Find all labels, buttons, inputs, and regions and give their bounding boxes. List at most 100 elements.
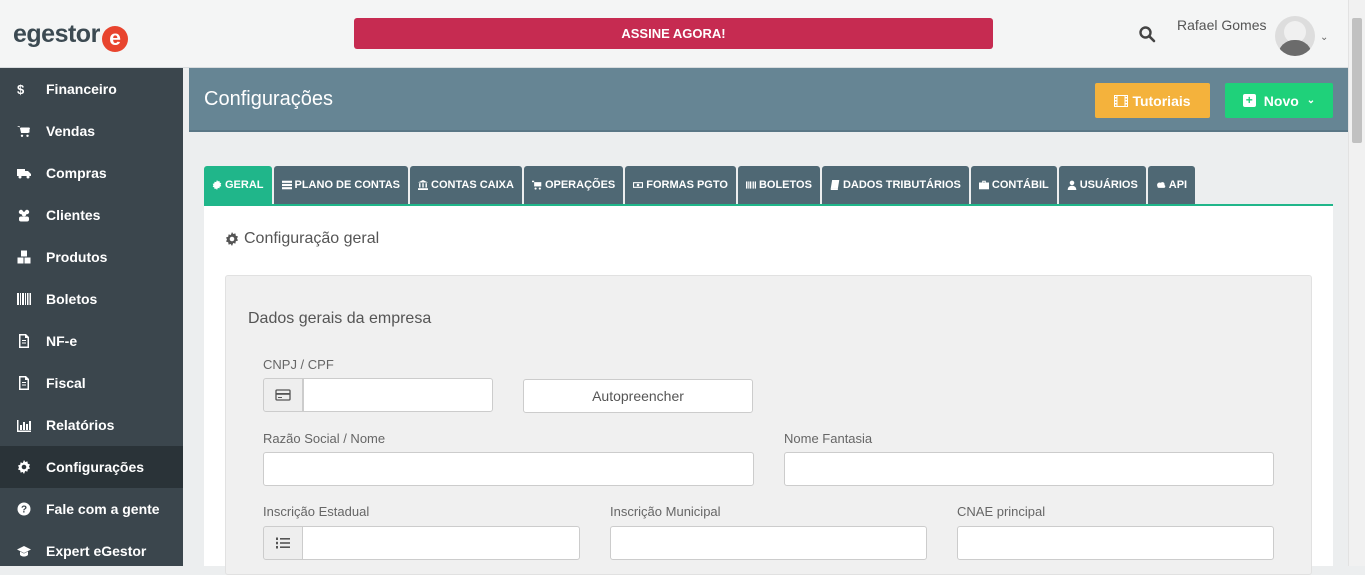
sidebar-item-vendas[interactable]: Vendas (0, 110, 183, 152)
tab-dados-tributarios[interactable]: DADOS TRIBUTÁRIOS (821, 166, 969, 204)
sidebar-item-label: Relatórios (46, 417, 115, 433)
sidebar-item-compras[interactable]: Compras (0, 152, 183, 194)
settings-tabs: GERAL PLANO DE CONTAS CONTAS CAIXA OPERA… (204, 166, 1196, 204)
truck-icon (17, 166, 46, 180)
scrollbar-thumb[interactable] (1352, 18, 1362, 143)
logo-mark: e (101, 26, 128, 52)
cloud-icon (1156, 182, 1166, 188)
cnpj-label: CNPJ / CPF (263, 357, 334, 372)
section-title-text: Configuração geral (244, 230, 380, 247)
question-icon: ? (17, 502, 46, 516)
cubes-icon (17, 250, 46, 264)
razao-social-input[interactable] (263, 452, 754, 486)
svg-text:?: ? (21, 505, 27, 516)
tab-label: PLANO DE CONTAS (294, 179, 401, 191)
search-icon[interactable] (1138, 25, 1156, 43)
vertical-scrollbar[interactable] (1348, 0, 1365, 566)
file-icon (17, 376, 46, 390)
sidebar-item-label: NF-e (46, 333, 78, 349)
list-icon (281, 180, 292, 190)
file-icon (17, 334, 46, 348)
dollar-icon: $ (17, 81, 25, 97)
tab-label: OPERAÇÕES (544, 179, 616, 191)
tab-geral[interactable]: GERAL (204, 166, 272, 204)
sidebar-item-label: Vendas (46, 123, 96, 139)
tutorials-button[interactable]: Tutoriais (1095, 83, 1210, 118)
sidebar-item-boletos[interactable]: Boletos (0, 278, 183, 320)
tab-label: CONTÁBIL (991, 179, 1049, 191)
cnae-input[interactable] (957, 526, 1274, 560)
bar-chart-icon (17, 418, 46, 432)
sidebar-item-fale-conosco[interactable]: ? Fale com a gente (0, 488, 183, 530)
tab-label: DADOS TRIBUTÁRIOS (842, 179, 961, 191)
tab-api[interactable]: API (1147, 166, 1196, 204)
sidebar-item-fiscal[interactable]: Fiscal (0, 362, 183, 404)
cnae-label: CNAE principal (957, 504, 1046, 519)
tab-label: CONTAS CAIXA (431, 179, 514, 191)
sidebar-item-label: Clientes (46, 207, 101, 223)
gear-icon (226, 232, 238, 246)
tab-operacoes[interactable]: OPERAÇÕES (523, 166, 624, 204)
inscricao-estadual-label: Inscrição Estadual (263, 504, 370, 519)
inscricao-estadual-input[interactable] (302, 526, 580, 560)
sidebar-item-financeiro[interactable]: $ Financeiro (0, 68, 183, 110)
sidebar-item-label: Expert eGestor (46, 543, 147, 559)
subscribe-button[interactable]: ASSINE AGORA! (354, 18, 993, 49)
tab-label: FORMAS PGTO (646, 179, 728, 191)
tab-boletos[interactable]: BOLETOS (737, 166, 820, 204)
sidebar-item-label: Financeiro (46, 81, 117, 97)
page-header: Configurações Tutoriais + Novo ⌄ (189, 68, 1348, 132)
sidebar-item-produtos[interactable]: Produtos (0, 236, 183, 278)
sidebar-item-nfe[interactable]: NF-e (0, 320, 183, 362)
sidebar-item-relatorios[interactable]: Relatórios (0, 404, 183, 446)
cart-icon (17, 124, 46, 138)
tutorials-label: Tutoriais (1132, 92, 1191, 109)
tab-label: USUÁRIOS (1079, 179, 1138, 191)
inscricao-municipal-label: Inscrição Municipal (610, 504, 721, 519)
tab-label: BOLETOS (758, 179, 812, 191)
nome-fantasia-input[interactable] (784, 452, 1274, 486)
autofill-button[interactable]: Autopreencher (523, 379, 753, 413)
briefcase-icon (978, 180, 989, 190)
users-icon (17, 208, 46, 222)
sidebar: $ Financeiro Vendas Compras Clientes Prod… (0, 68, 183, 566)
graduation-cap-icon (17, 544, 46, 558)
sidebar-item-clientes[interactable]: Clientes (0, 194, 183, 236)
tab-usuarios[interactable]: USUÁRIOS (1058, 166, 1146, 204)
tab-contas-caixa[interactable]: CONTAS CAIXA (410, 166, 522, 204)
barcode-icon (745, 181, 756, 189)
new-button[interactable]: + Novo ⌄ (1225, 83, 1333, 118)
book-icon (830, 180, 840, 190)
credit-card-addon (263, 378, 303, 412)
company-data-group: Dados gerais da empresa CNPJ / CPF Autop… (225, 275, 1312, 575)
tab-label: GERAL (225, 179, 264, 191)
list-ol-icon (276, 537, 290, 549)
egestor-logo[interactable]: egestor e (13, 20, 128, 52)
sidebar-item-label: Boletos (46, 291, 98, 307)
avatar[interactable] (1275, 16, 1315, 56)
user-name[interactable]: Rafael Gomes (1177, 17, 1266, 33)
tab-formas-pgto[interactable]: FORMAS PGTO (625, 166, 736, 204)
tab-contabil[interactable]: CONTÁBIL (970, 166, 1057, 204)
sidebar-item-label: Fale com a gente (46, 501, 160, 517)
page-title: Configurações (204, 88, 333, 110)
sidebar-item-label: Compras (46, 165, 107, 181)
barcode-icon (17, 292, 46, 306)
film-icon (1114, 94, 1129, 107)
top-bar: egestor e ASSINE AGORA! Rafael Gomes ⌄ (0, 0, 1348, 68)
logo-text: egestor (13, 20, 100, 48)
sidebar-item-label: Produtos (46, 249, 108, 265)
user-icon (1067, 180, 1077, 190)
cnpj-input[interactable] (303, 378, 493, 412)
sidebar-item-label: Fiscal (46, 375, 86, 391)
tab-plano-de-contas[interactable]: PLANO DE CONTAS (273, 166, 409, 204)
content-panel: Configuração geral Dados gerais da empre… (204, 204, 1333, 575)
credit-card-icon (275, 389, 291, 401)
gear-icon (17, 460, 46, 474)
sidebar-item-configuracoes[interactable]: Configurações (0, 446, 183, 488)
razao-social-label: Razão Social / Nome (263, 431, 386, 446)
inscricao-municipal-input[interactable] (610, 526, 927, 560)
new-label: Novo (1263, 92, 1299, 109)
group-title: Dados gerais da empresa (248, 310, 432, 327)
chevron-down-icon[interactable]: ⌄ (1320, 32, 1328, 43)
